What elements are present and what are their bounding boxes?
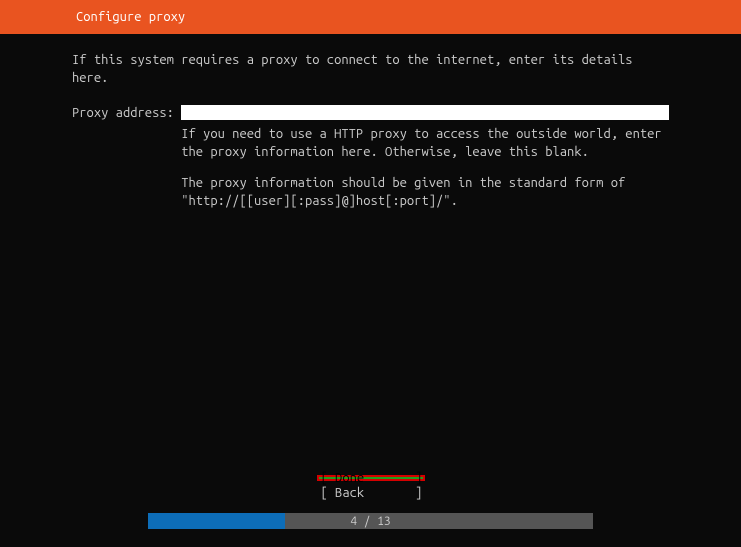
proxy-address-input[interactable]	[181, 105, 669, 120]
proxy-address-label: Proxy address:	[72, 105, 181, 120]
intro-text: If this system requires a proxy to conne…	[72, 52, 669, 87]
proxy-row: Proxy address: If you need to use a HTTP…	[72, 105, 669, 224]
proxy-right-column: If you need to use a HTTP proxy to acces…	[181, 105, 669, 224]
proxy-help-text: If you need to use a HTTP proxy to acces…	[181, 126, 669, 210]
proxy-help-line2: The proxy information should be given in…	[181, 175, 669, 210]
button-group: [ Done ] [ Back ]	[0, 471, 741, 501]
done-button-highlight: [ Done ]	[317, 475, 425, 481]
done-button[interactable]: [ Done ]	[319, 477, 423, 479]
progress-label: 4 / 13	[148, 515, 593, 528]
proxy-help-line1: If you need to use a HTTP proxy to acces…	[181, 126, 669, 161]
main-content: If this system requires a proxy to conne…	[0, 34, 741, 224]
progress-bar: 4 / 13	[148, 513, 593, 529]
window-header: Configure proxy	[0, 0, 741, 34]
page-title: Configure proxy	[76, 10, 185, 24]
back-button[interactable]: [ Back ]	[319, 485, 423, 501]
